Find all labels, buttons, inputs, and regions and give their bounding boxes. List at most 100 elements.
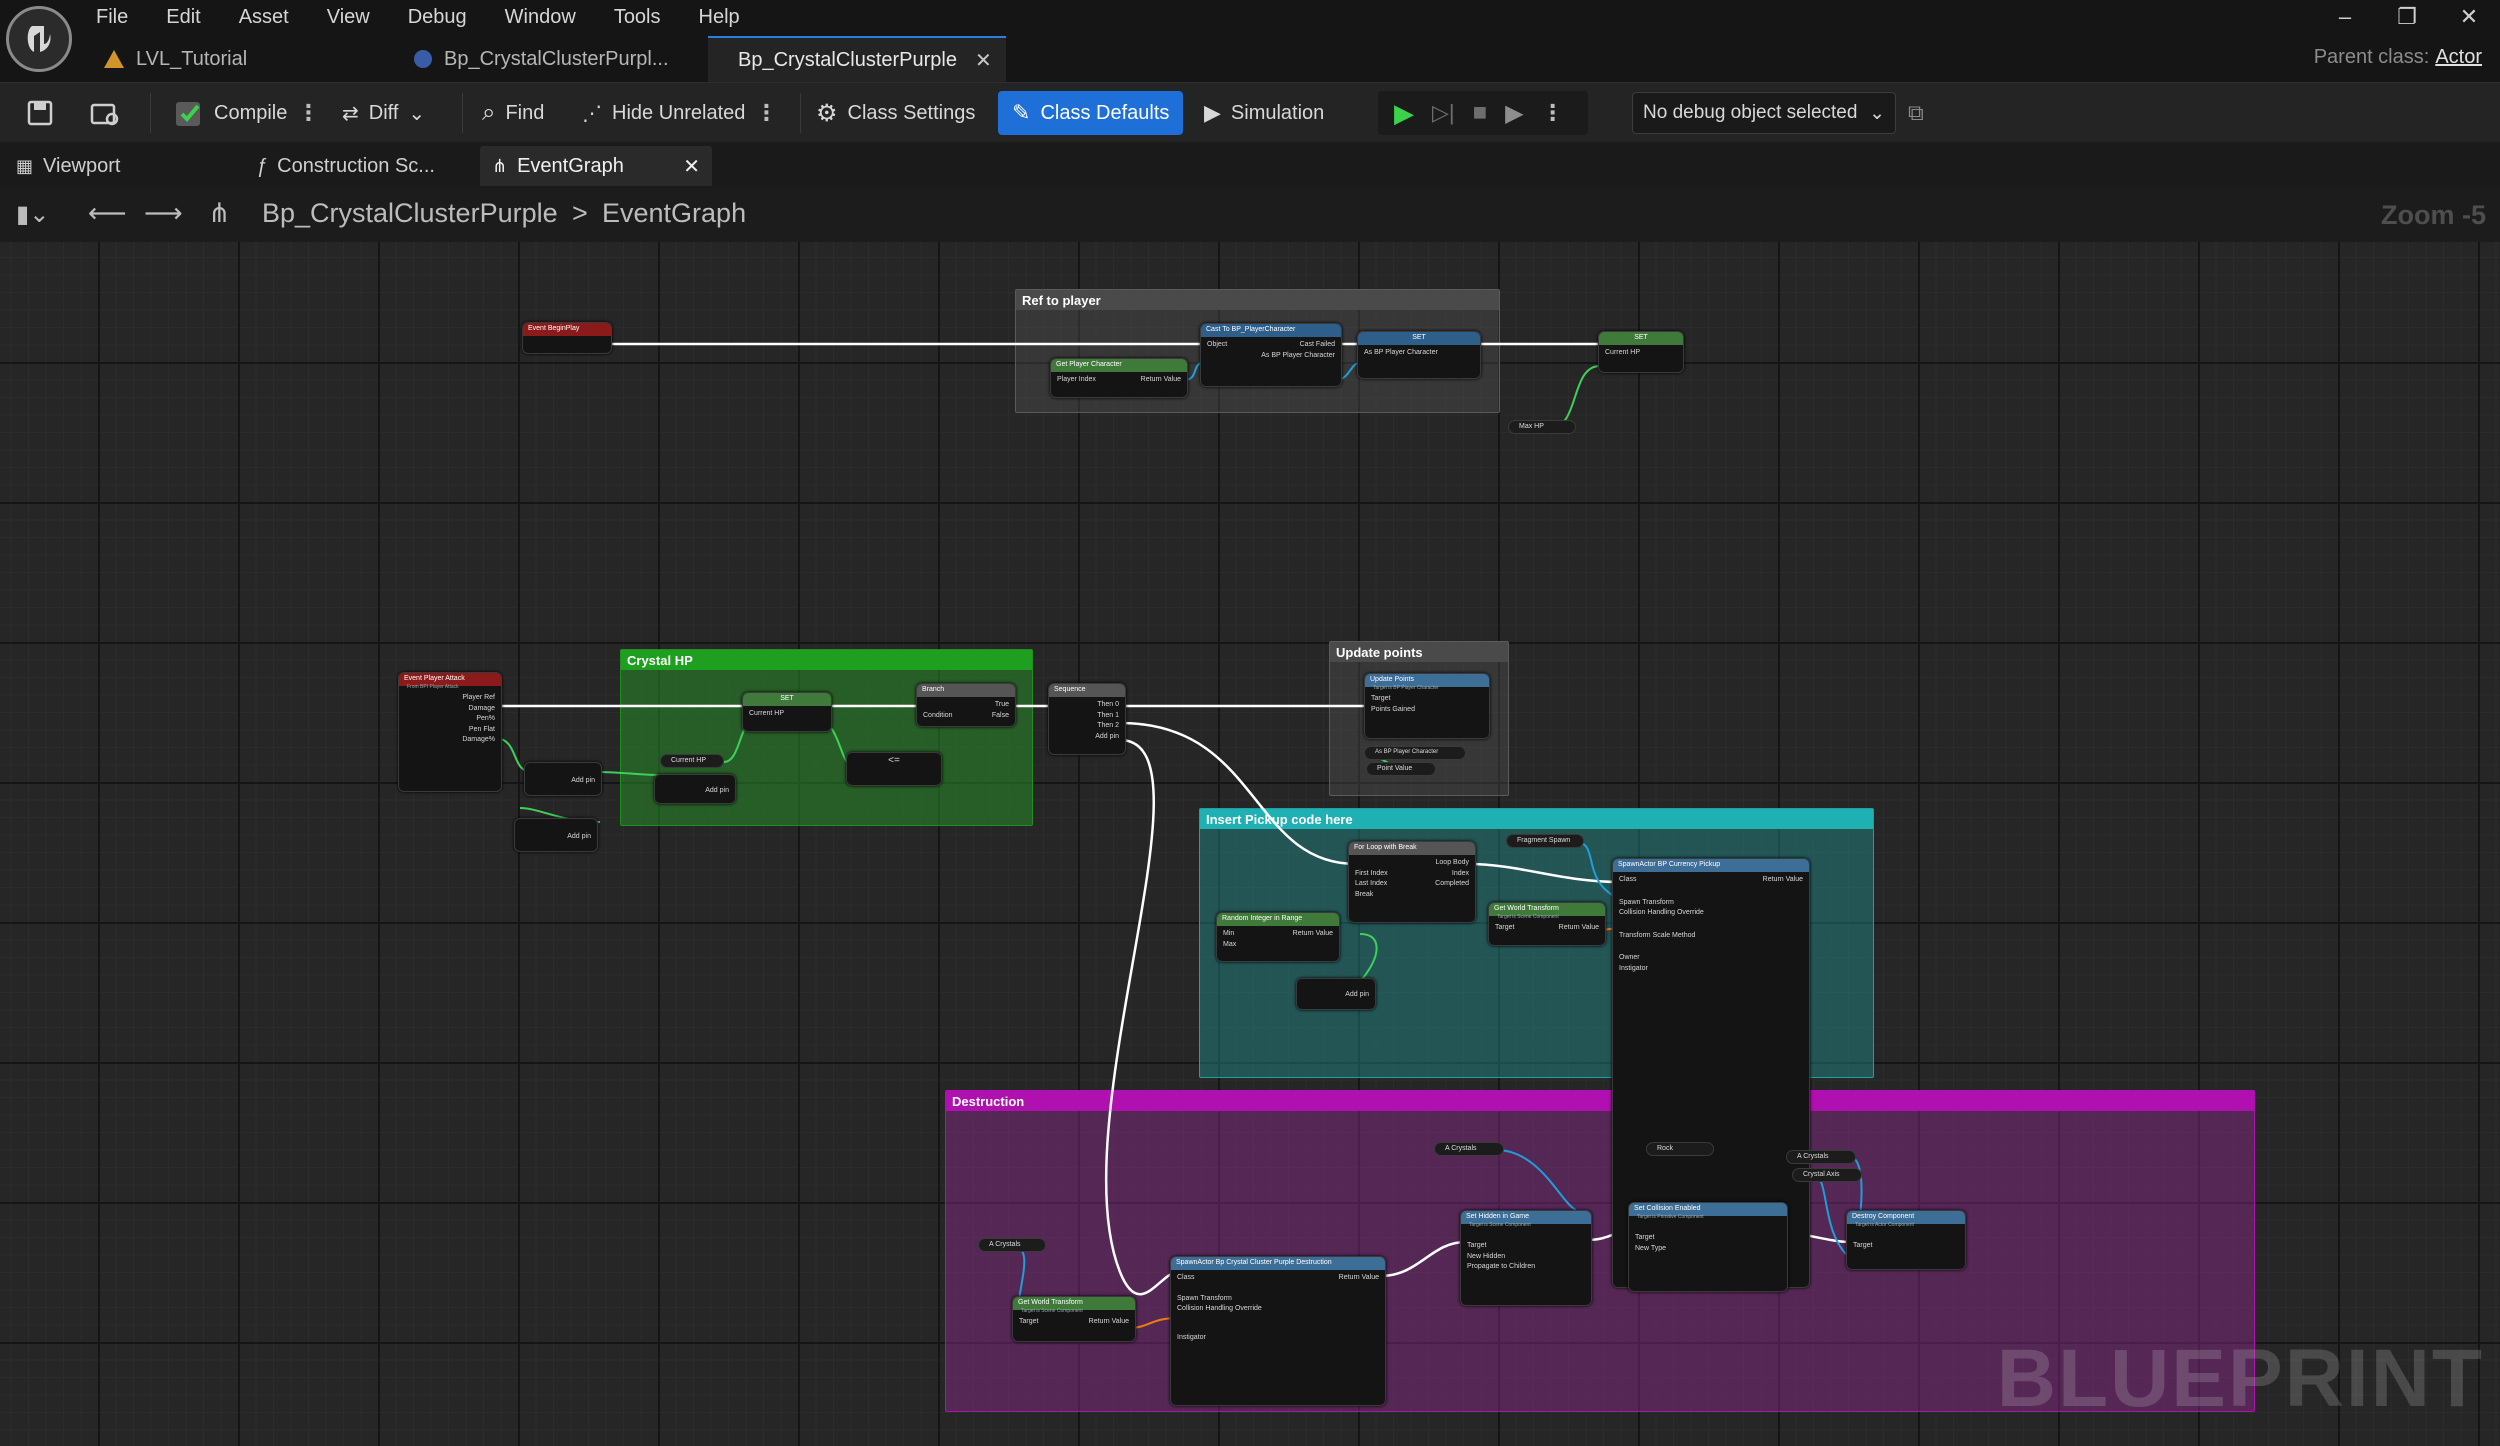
find-button[interactable]: ⌕ Find xyxy=(474,90,552,136)
play-icon[interactable]: ▶ xyxy=(1394,98,1414,129)
menu-file[interactable]: File xyxy=(96,6,128,29)
parent-class-link[interactable]: Actor xyxy=(2435,46,2482,68)
class-defaults-button[interactable]: ✎ Class Defaults xyxy=(998,91,1184,135)
get-world-transform-node[interactable]: Get World Transform Target is Scene Comp… xyxy=(1488,902,1606,946)
debug-object-select[interactable]: No debug object selected ⌄ xyxy=(1632,92,1896,134)
update-points-node[interactable]: Update Points Target is BP Player Charac… xyxy=(1364,673,1490,739)
pin-label: Break xyxy=(1355,890,1374,898)
add-int-node[interactable]: Add pin xyxy=(1296,978,1376,1010)
blueprint-graph-canvas[interactable]: Ref to player Crystal HP Update points I… xyxy=(0,242,2500,1446)
fragment-spawn-variable[interactable]: Fragment Spawn xyxy=(1506,834,1584,848)
bookmark-icon[interactable]: ▮⌄ xyxy=(16,200,49,229)
advance-frame-icon[interactable]: ▷| xyxy=(1432,100,1455,126)
pin-label: Player Index xyxy=(1057,376,1096,383)
crystal-axis-variable[interactable]: Crystal Axis xyxy=(1792,1168,1862,1182)
pin-label: Target xyxy=(1635,1234,1655,1241)
a-crystals-variable[interactable]: A Crystals xyxy=(1434,1142,1504,1156)
pin-label: Class xyxy=(1177,1274,1195,1281)
browse-button[interactable] xyxy=(82,90,128,136)
pin-label: Cast Failed xyxy=(1299,341,1335,348)
title-bar: File Edit Asset View Debug Window Tools … xyxy=(0,0,2500,82)
for-loop-with-break-node[interactable]: For Loop with Break Loop Body First Inde… xyxy=(1348,841,1476,923)
unreal-logo-icon[interactable] xyxy=(6,6,72,72)
get-world-transform-node[interactable]: Get World Transform Target is Scene Comp… xyxy=(1012,1296,1136,1342)
set-player-ref-node[interactable]: SET As BP Player Character xyxy=(1357,331,1481,379)
pin-label: Completed xyxy=(1435,880,1469,887)
stop-icon[interactable]: ■ xyxy=(1473,99,1488,127)
node-subtitle: Target is Actor Component xyxy=(1855,1222,1914,1228)
event-player-attack-node[interactable]: Event Player Attack From BPI Player Atta… xyxy=(398,672,502,792)
diff-button[interactable]: ⇄ Diff ⌄ xyxy=(334,90,433,136)
breadcrumb-separator: > xyxy=(572,198,588,228)
restore-button[interactable]: ❐ xyxy=(2376,0,2438,34)
multiply-node[interactable]: Add pin xyxy=(524,762,602,796)
hide-unrelated-button[interactable]: ⋰ Hide Unrelated ⋮ xyxy=(574,90,785,136)
set-collision-enabled-node[interactable]: Set Collision Enabled Target is Primitiv… xyxy=(1628,1202,1788,1292)
class-settings-label: Class Settings xyxy=(847,101,976,124)
menu-tools[interactable]: Tools xyxy=(614,6,661,29)
less-equal-node[interactable]: <= xyxy=(846,752,942,786)
pin-label: Player Ref xyxy=(462,694,495,701)
forward-arrow-icon[interactable]: ⟶ xyxy=(144,198,183,229)
tab-lvl-tutorial[interactable]: LVL_Tutorial xyxy=(86,36,396,82)
menu-view[interactable]: View xyxy=(327,6,370,29)
gear-icon: ⚙ xyxy=(816,99,838,127)
pin-label[interactable]: Add pin xyxy=(1055,732,1119,743)
breadcrumb-current[interactable]: EventGraph xyxy=(602,198,746,229)
breadcrumb-root[interactable]: Bp_CrystalClusterPurple xyxy=(262,198,558,229)
play-options-icon[interactable]: ⋮ xyxy=(1542,100,1564,126)
a-crystals-variable[interactable]: A Crystals xyxy=(978,1238,1046,1252)
main-menu: File Edit Asset View Debug Window Tools … xyxy=(96,0,740,34)
menu-asset[interactable]: Asset xyxy=(239,6,289,29)
back-arrow-icon[interactable]: ⟵ xyxy=(88,198,127,229)
add-node[interactable]: Add pin xyxy=(514,818,598,852)
close-tab-icon[interactable]: ✕ xyxy=(975,48,992,73)
debug-filter-button[interactable]: ⧉ xyxy=(1900,90,1932,136)
set-hp-node[interactable]: SET Current HP xyxy=(742,692,832,732)
pin-label: Add pin xyxy=(705,787,729,794)
close-tab-icon[interactable]: ✕ xyxy=(683,154,700,179)
tab-crystal-cluster-purple-1[interactable]: Bp_CrystalClusterPurpl... xyxy=(396,36,708,82)
subtract-node[interactable]: Add pin xyxy=(654,774,736,804)
eventgraph-icon: ⋔ xyxy=(492,155,508,176)
menu-debug[interactable]: Debug xyxy=(408,6,467,29)
get-player-character-node[interactable]: Get Player Character Player Index Return … xyxy=(1050,358,1188,398)
class-settings-button[interactable]: ⚙ Class Settings xyxy=(808,90,983,136)
pin-label: Pen% xyxy=(476,715,495,722)
sequence-node[interactable]: Sequence Then 0 Then 1 Then 2 Add pin xyxy=(1048,683,1126,755)
cast-to-player-node[interactable]: Cast To BP_PlayerCharacter Object Cast Fa… xyxy=(1200,323,1342,387)
pin-label: Class xyxy=(1619,876,1637,883)
a-crystals-variable[interactable]: A Crystals xyxy=(1786,1150,1856,1164)
tab-construction-script[interactable]: ƒ Construction Sc... xyxy=(244,146,447,186)
compile-button[interactable]: Compile ⋮ xyxy=(166,90,327,136)
point-value-variable[interactable]: Point Value xyxy=(1366,762,1436,776)
menu-window[interactable]: Window xyxy=(505,6,576,29)
set-hidden-in-game-node[interactable]: Set Hidden in Game Target is Scene Compo… xyxy=(1460,1210,1592,1306)
tab-crystal-cluster-purple-active[interactable]: Bp_CrystalClusterPurple ✕ xyxy=(708,36,1006,82)
menu-edit[interactable]: Edit xyxy=(166,6,200,29)
max-hp-variable[interactable]: Max HP xyxy=(1508,420,1576,434)
node-title: SpawnActor Bp Crystal Cluster Purple Des… xyxy=(1171,1257,1385,1270)
minimize-button[interactable]: – xyxy=(2314,0,2376,34)
random-integer-node[interactable]: Random Integer in Range Min Return Value … xyxy=(1216,912,1340,962)
destroy-component-node[interactable]: Destroy Component Target is Actor Compon… xyxy=(1846,1210,1966,1270)
simulation-button[interactable]: ▶ Simulation xyxy=(1196,90,1332,136)
hide-unrelated-options-icon[interactable]: ⋮ xyxy=(755,100,777,126)
pin-label: Add pin xyxy=(1345,991,1369,998)
menu-help[interactable]: Help xyxy=(699,6,740,29)
save-button[interactable] xyxy=(18,90,62,136)
current-hp-variable[interactable]: Current HP xyxy=(660,754,724,768)
tab-viewport[interactable]: ▦ Viewport xyxy=(4,146,132,186)
as-bp-player-variable[interactable]: As BP Player Character xyxy=(1364,746,1466,760)
document-tabs: LVL_Tutorial Bp_CrystalClusterPurpl... B… xyxy=(86,36,1006,82)
compile-options-icon[interactable]: ⋮ xyxy=(297,100,319,126)
tab-eventgraph[interactable]: ⋔ EventGraph ✕ xyxy=(480,146,712,186)
event-beginplay-node[interactable]: Event BeginPlay xyxy=(522,322,612,354)
branch-node[interactable]: Branch True Condition False xyxy=(916,683,1016,727)
rock-variable[interactable]: Rock xyxy=(1646,1142,1714,1156)
set-current-hp-node[interactable]: SET Current HP xyxy=(1598,331,1684,373)
possess-icon[interactable]: ▶ xyxy=(1505,99,1523,128)
close-window-button[interactable]: ✕ xyxy=(2438,0,2500,34)
function-icon: ƒ xyxy=(256,154,268,177)
spawn-destruction-node[interactable]: SpawnActor Bp Crystal Cluster Purple Des… xyxy=(1170,1256,1386,1406)
